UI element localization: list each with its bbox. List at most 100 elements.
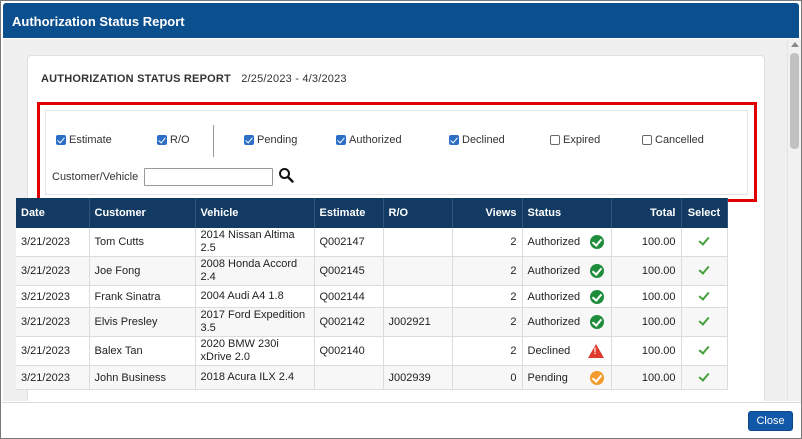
customer-vehicle-label: Customer/Vehicle — [52, 171, 139, 183]
scroll-thumb[interactable] — [790, 53, 799, 149]
cell-vehicle: 2014 Nissan Altima 2.5 — [195, 228, 315, 257]
table-row[interactable]: 3/21/2023 Elvis Presley 2017 Ford Expediti… — [16, 307, 728, 337]
table-row[interactable]: 3/21/2023 John Business 2018 Acura ILX 2.4… — [16, 365, 728, 390]
col-header-date[interactable]: Date — [16, 198, 90, 228]
check-circle-icon — [589, 289, 604, 304]
estimate-checkbox-box[interactable] — [56, 135, 66, 145]
cancelled-checkbox-label: Cancelled — [655, 134, 704, 146]
cell-date: 3/21/2023 — [16, 285, 90, 308]
status-text: Authorized — [527, 316, 581, 328]
cell-total: 100.00 — [611, 228, 682, 257]
status-text: Pending — [527, 371, 568, 384]
expired-checkbox[interactable]: Expired — [550, 134, 600, 146]
cell-status: Declined — [522, 336, 612, 366]
cell-estimate: Q002147 — [314, 228, 384, 257]
cell-select[interactable] — [681, 285, 728, 308]
estimate-checkbox-label: Estimate — [69, 134, 112, 146]
filter-divider — [213, 125, 214, 157]
select-check-icon[interactable] — [698, 234, 710, 246]
cell-vehicle: 2008 Honda Accord 2.4 — [195, 256, 315, 286]
report-heading: AUTHORIZATION STATUS REPORT 2/25/2023 - … — [41, 73, 347, 85]
col-header-status[interactable]: Status — [522, 198, 612, 228]
cell-estimate: Q002145 — [314, 256, 384, 286]
authorized-checkbox-label: Authorized — [349, 134, 402, 146]
authorized-checkbox-box[interactable] — [336, 135, 346, 145]
col-header-total[interactable]: Total — [611, 198, 682, 228]
estimate-checkbox[interactable]: Estimate — [56, 134, 112, 146]
ro-checkbox[interactable]: R/O — [157, 134, 190, 146]
dialog-titlebar: Authorization Status Report — [3, 3, 799, 38]
scroll-up-arrow-icon[interactable] — [791, 42, 799, 47]
expired-checkbox-box[interactable] — [550, 135, 560, 145]
cell-views: 2 — [452, 228, 523, 257]
close-button[interactable]: Close — [748, 411, 793, 431]
pending-checkbox-box[interactable] — [244, 135, 254, 145]
dialog-title: Authorization Status Report — [12, 14, 185, 29]
cell-vehicle: 2020 BMW 230i xDrive 2.0 — [195, 336, 315, 366]
status-text: Declined — [527, 345, 571, 357]
expired-checkbox-label: Expired — [563, 134, 601, 146]
vertical-scrollbar[interactable] — [787, 39, 801, 401]
cell-ro: J002921 — [383, 307, 453, 337]
customer-vehicle-input[interactable] — [144, 168, 273, 186]
declined-checkbox-label: Declined — [462, 134, 505, 146]
cell-date: 3/21/2023 — [16, 336, 90, 366]
table-row[interactable]: 3/21/2023 Tom Cutts 2014 Nissan Altima 2.5… — [16, 228, 728, 257]
report-dialog: Authorization Status Report AUTHORIZATIO… — [0, 0, 802, 439]
select-check-icon[interactable] — [698, 314, 710, 326]
cell-estimate — [314, 365, 384, 390]
cell-select[interactable] — [681, 307, 728, 337]
check-circle-icon — [589, 315, 604, 329]
cell-views: 2 — [452, 285, 523, 308]
cell-views: 2 — [452, 307, 523, 337]
col-header-estimate[interactable]: Estimate — [314, 198, 384, 228]
status-text: Authorized — [527, 265, 581, 277]
ro-checkbox-box[interactable] — [157, 135, 167, 145]
cell-select[interactable] — [681, 256, 728, 286]
cell-customer: Balex Tan — [89, 336, 196, 366]
col-header-views[interactable]: Views — [452, 198, 523, 228]
declined-checkbox[interactable]: Declined — [449, 134, 505, 146]
select-check-icon[interactable] — [698, 288, 710, 301]
col-header-ro[interactable]: R/O — [383, 198, 453, 228]
cell-customer: Tom Cutts — [89, 228, 196, 257]
cancelled-checkbox-box[interactable] — [642, 135, 652, 145]
search-icon[interactable] — [278, 167, 294, 183]
table-row[interactable]: 3/21/2023 Frank Sinatra 2004 Audi A4 1.8 Q0… — [16, 285, 728, 308]
cell-customer: Joe Fong — [89, 256, 196, 286]
declined-checkbox-box[interactable] — [449, 135, 459, 145]
cell-select[interactable] — [681, 228, 728, 257]
cell-date: 3/21/2023 — [16, 256, 90, 286]
cell-date: 3/21/2023 — [16, 307, 90, 337]
cell-total: 100.00 — [611, 307, 682, 337]
cell-select[interactable] — [681, 365, 728, 390]
check-circle-icon — [589, 264, 604, 278]
cell-vehicle: 2018 Acura ILX 2.4 — [195, 365, 315, 390]
cell-vehicle: 2017 Ford Expedition 3.5 — [195, 307, 315, 337]
status-text: Authorized — [527, 236, 581, 248]
select-check-icon[interactable] — [698, 343, 710, 355]
cell-status: Authorized — [522, 228, 612, 257]
col-header-customer[interactable]: Customer — [89, 198, 196, 228]
check-circle-icon — [589, 235, 604, 249]
report-date-range: 2/25/2023 - 4/3/2023 — [241, 73, 347, 85]
pending-checkbox-label: Pending — [257, 134, 298, 146]
cell-select[interactable] — [681, 336, 728, 366]
col-header-vehicle[interactable]: Vehicle — [195, 198, 315, 228]
select-check-icon[interactable] — [698, 263, 710, 275]
select-check-icon[interactable] — [698, 369, 710, 382]
cancelled-checkbox[interactable]: Cancelled — [642, 134, 704, 146]
report-table: Date Customer Vehicle Estimate R/O Views… — [16, 198, 728, 390]
cell-date: 3/21/2023 — [16, 228, 90, 257]
cell-total: 100.00 — [611, 256, 682, 286]
cell-estimate: Q002140 — [314, 336, 384, 366]
authorized-checkbox[interactable]: Authorized — [336, 134, 402, 146]
cell-total: 100.00 — [611, 336, 682, 366]
cell-views: 2 — [452, 336, 523, 366]
col-header-select[interactable]: Select — [681, 198, 728, 228]
cell-total: 100.00 — [611, 365, 682, 390]
table-row[interactable]: 3/21/2023 Joe Fong 2008 Honda Accord 2.4 Q0… — [16, 256, 728, 286]
pending-checkbox[interactable]: Pending — [244, 134, 297, 146]
table-row[interactable]: 3/21/2023 Balex Tan 2020 BMW 230i xDrive 2… — [16, 336, 728, 366]
cell-status: Authorized — [522, 307, 612, 337]
